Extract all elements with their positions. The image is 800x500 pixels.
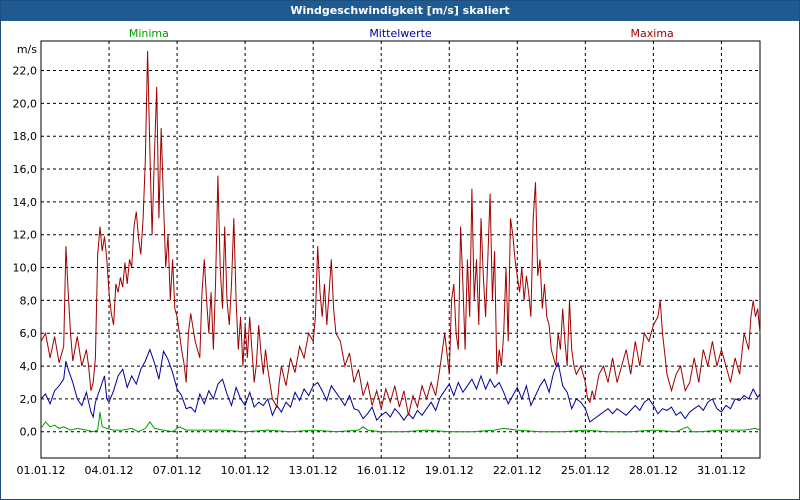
x-tick-label: 31.01.12: [697, 464, 746, 477]
y-tick-label: 2,0: [20, 393, 38, 406]
y-tick-label: 22,0: [13, 65, 38, 78]
y-tick-label: 6,0: [20, 327, 38, 340]
legend-minima: Minima: [129, 27, 169, 40]
window-title: Windgeschwindigkeit [m/s] skaliert: [1, 1, 799, 21]
x-tick-label: 22.01.12: [493, 464, 542, 477]
y-axis-label: m/s: [17, 43, 37, 56]
chart-plot: 0,0 2,0 4,0 6,0 8,0 10,0 12,0 14,0 16,0 18,0 20,0 2…: [13, 27, 761, 477]
x-tick-label: 19.01.12: [425, 464, 474, 477]
x-tick-label: 04.01.12: [85, 464, 134, 477]
y-tick-label: 14,0: [13, 196, 38, 209]
y-tick-label: 12,0: [13, 229, 38, 242]
x-tick-label: 16.01.12: [357, 464, 406, 477]
x-tick-label: 25.01.12: [561, 464, 610, 477]
x-tick-label: 01.01.12: [17, 464, 66, 477]
y-tick-label: 20,0: [13, 97, 38, 110]
x-tick-label: 28.01.12: [629, 464, 678, 477]
y-tick-label: 10,0: [13, 262, 38, 275]
x-tick-label: 13.01.12: [289, 464, 338, 477]
x-tick-label: 10.01.12: [221, 464, 270, 477]
y-tick-label: 18,0: [13, 130, 38, 143]
y-tick-label: 8,0: [20, 294, 38, 307]
y-tick-label: 16,0: [13, 163, 38, 176]
y-tick-label: 4,0: [20, 360, 38, 373]
x-tick-label: 07.01.12: [153, 464, 202, 477]
y-tick-label: 0,0: [20, 426, 38, 439]
legend-maxima: Maxima: [631, 27, 674, 40]
chart-window: Windgeschwindigkeit [m/s] skaliert 0,0 2,…: [0, 0, 800, 500]
legend-mittelwerte: Mittelwerte: [369, 27, 432, 40]
